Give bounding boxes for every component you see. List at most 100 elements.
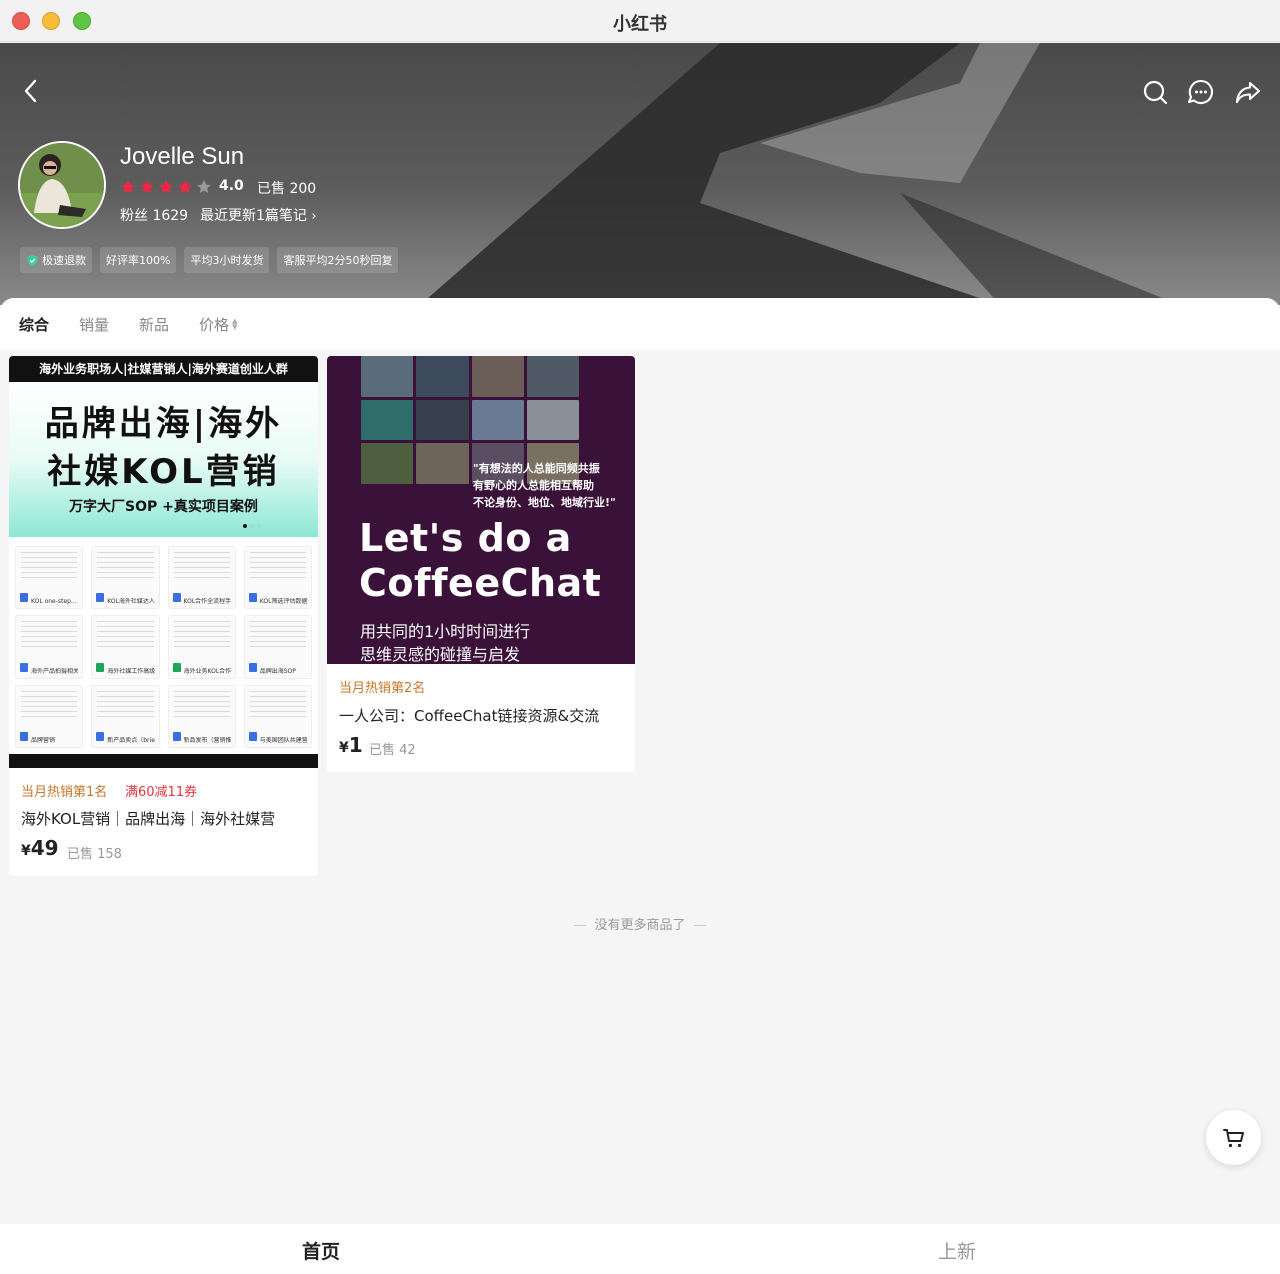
quote-line: "有想法的人总能同频共振 bbox=[473, 462, 600, 475]
doc-thumbnail: 与美国团队共建营销框架... bbox=[243, 684, 312, 748]
sheet-icon bbox=[172, 662, 181, 672]
doc-icon bbox=[172, 731, 181, 741]
nav-home[interactable]: 首页 bbox=[302, 1237, 340, 1264]
price-value: 49 bbox=[30, 836, 59, 860]
carousel-dots bbox=[243, 524, 261, 528]
doc-thumbnail: 新品发布（营销推广）整... bbox=[167, 684, 236, 748]
doc-thumbnail: 品牌营销 bbox=[15, 684, 84, 748]
recent-update-link[interactable]: 最近更新1篇笔记 › bbox=[200, 205, 317, 225]
customer-service-button[interactable] bbox=[1183, 74, 1219, 110]
doc-thumbnail: 海外产品拍摄相关 bbox=[15, 615, 84, 679]
doc-thumbnail: 品牌出海SOP bbox=[243, 615, 312, 679]
badge-label: 极速退款 bbox=[42, 254, 86, 267]
quote-line: 有野心的人总能相互帮助 bbox=[473, 479, 594, 492]
badge-fast-refund: 极速退款 bbox=[20, 247, 92, 273]
product-title: 海外KOL营销｜品牌出海｜海外社媒营 bbox=[21, 810, 276, 828]
search-icon bbox=[1143, 80, 1168, 105]
coupon-label: 满60减11券 bbox=[125, 785, 198, 800]
product-card[interactable]: "有想法的人总能同频共振 有野心的人总能相互帮助 不论身份、地位、地域行业!" … bbox=[327, 356, 635, 772]
product-price: ¥49 bbox=[21, 836, 59, 860]
window-titlebar: 小红书 bbox=[0, 0, 1280, 42]
chat-icon bbox=[1187, 79, 1213, 105]
star-icon bbox=[159, 180, 173, 193]
tab-price[interactable]: 价格 ▲ ▼ bbox=[199, 314, 237, 335]
rating-value: 4.0 bbox=[219, 178, 244, 194]
shop-header: Jovelle Sun 4.0 已售 200 粉丝 1629 最近更新1篇笔记 … bbox=[0, 43, 1280, 305]
tab-price-label: 价格 bbox=[199, 315, 230, 334]
sold-count: 已售 158 bbox=[67, 847, 122, 862]
nav-new-arrivals[interactable]: 上新 bbox=[938, 1237, 976, 1264]
cover-subline: 万字大厂SOP +真实项目案例 bbox=[69, 499, 258, 515]
sheet-icon bbox=[96, 662, 105, 672]
product-price: ¥1 bbox=[339, 733, 363, 757]
doc-thumbnail: KOL合作全流程手册 bbox=[167, 546, 236, 610]
shield-check-icon bbox=[27, 254, 38, 266]
doc-thumbnail: 海外社媒工作高级词表 bbox=[91, 615, 160, 679]
shop-avatar[interactable] bbox=[18, 141, 106, 229]
doc-thumbnail: KOL海外社媒达人营销（... bbox=[91, 546, 160, 610]
rank-label: 当月热销第1名 bbox=[21, 785, 108, 800]
fans-count: 粉丝 1629 bbox=[120, 208, 189, 224]
cover-subline: 思维灵感的碰撞与启发 bbox=[360, 645, 521, 664]
doc-thumbnail: KOL one-step... bbox=[15, 546, 84, 610]
cover-headline: Let's do a bbox=[359, 516, 572, 560]
badge-label: 客服平均2分50秒回复 bbox=[283, 254, 393, 267]
star-icon bbox=[140, 180, 154, 193]
tab-comprehensive[interactable]: 综合 bbox=[19, 314, 49, 335]
product-card[interactable]: 海外业务职场人|社媒营销人|海外赛道创业人群 品牌出海|海外 社媒KOL营销 万… bbox=[9, 356, 318, 876]
doc-thumbnail-grid: KOL one-step... KOL海外社媒达人营销（... KOL合作全流程… bbox=[9, 542, 318, 752]
cover-banner: 海外业务职场人|社媒营销人|海外赛道创业人群 bbox=[9, 356, 318, 382]
rating-stars bbox=[120, 179, 212, 195]
price-value: 1 bbox=[348, 733, 363, 757]
star-icon bbox=[121, 180, 135, 193]
product-cover-image: "有想法的人总能同频共振 有野心的人总能相互帮助 不论身份、地位、地域行业!" … bbox=[327, 356, 635, 664]
tab-sales[interactable]: 销量 bbox=[79, 314, 109, 335]
product-title: 一人公司：CoffeeChat链接资源&交流 bbox=[339, 707, 600, 725]
avatar-image bbox=[20, 143, 104, 227]
sort-arrows-icon: ▲ ▼ bbox=[232, 317, 238, 331]
back-icon bbox=[24, 79, 37, 103]
cover-bottom-bar bbox=[9, 754, 318, 768]
doc-thumbnail: 海外业务KOL合作常用工... bbox=[167, 615, 236, 679]
bottom-navigation: 首页 上新 bbox=[0, 1224, 1280, 1274]
doc-icon bbox=[248, 662, 257, 672]
badge-label: 平均3小时发货 bbox=[190, 254, 264, 267]
doc-icon bbox=[96, 593, 105, 603]
share-icon bbox=[1235, 81, 1261, 104]
cart-icon bbox=[1222, 1128, 1244, 1147]
doc-icon bbox=[248, 593, 257, 603]
doc-icon bbox=[20, 731, 28, 741]
doc-icon bbox=[96, 731, 105, 741]
search-button[interactable] bbox=[1137, 74, 1173, 110]
shop-sold-total: 已售 200 bbox=[257, 181, 317, 197]
badge-label: 好评率100% bbox=[106, 254, 171, 267]
back-button[interactable] bbox=[14, 73, 50, 109]
quote-line: 不论身份、地位、地域行业!" bbox=[473, 496, 616, 509]
cover-headline: 品牌出海|海外 bbox=[44, 404, 283, 444]
doc-icon bbox=[248, 731, 257, 741]
window-title: 小红书 bbox=[613, 14, 667, 35]
end-of-list-note: 没有更多商品了 bbox=[0, 914, 1280, 933]
chevron-right-icon: › bbox=[311, 209, 317, 224]
cart-button[interactable] bbox=[1206, 1110, 1261, 1165]
product-cover-image: 海外业务职场人|社媒营销人|海外赛道创业人群 品牌出海|海外 社媒KOL营销 万… bbox=[9, 356, 318, 768]
star-icon bbox=[178, 180, 192, 193]
rank-label: 当月热销第2名 bbox=[339, 681, 426, 696]
cover-headline: CoffeeChat bbox=[359, 561, 602, 605]
tab-new[interactable]: 新品 bbox=[139, 314, 169, 335]
share-button[interactable] bbox=[1230, 74, 1266, 110]
star-icon bbox=[197, 180, 211, 193]
cover-headline: 社媒KOL营销 bbox=[47, 452, 280, 492]
product-list-panel: 综合 销量 新品 价格 ▲ ▼ 海外业务职场人|社媒营销人|海外赛道创业人群 品牌… bbox=[0, 298, 1280, 1224]
badge-good-rate: 好评率100% bbox=[100, 247, 177, 273]
doc-thumbnail: 新产品卖点（brief）框... bbox=[91, 684, 160, 748]
service-badges: 极速退款 好评率100% 平均3小时发货 客服平均2分50秒回复 bbox=[20, 247, 399, 273]
cover-hero: 品牌出海|海外 社媒KOL营销 万字大厂SOP +真实项目案例 bbox=[9, 382, 318, 537]
doc-icon bbox=[20, 593, 28, 603]
badge-shipping: 平均3小时发货 bbox=[184, 247, 270, 273]
doc-icon bbox=[172, 593, 181, 603]
cover-quote: "有想法的人总能同频共振 有野心的人总能相互帮助 不论身份、地位、地域行业!" bbox=[473, 460, 616, 511]
cover-subline: 用共同的1小时时间进行 bbox=[360, 622, 531, 641]
sort-tabs: 综合 销量 新品 价格 ▲ ▼ bbox=[0, 298, 1280, 350]
badge-reply-time: 客服平均2分50秒回复 bbox=[277, 247, 399, 273]
